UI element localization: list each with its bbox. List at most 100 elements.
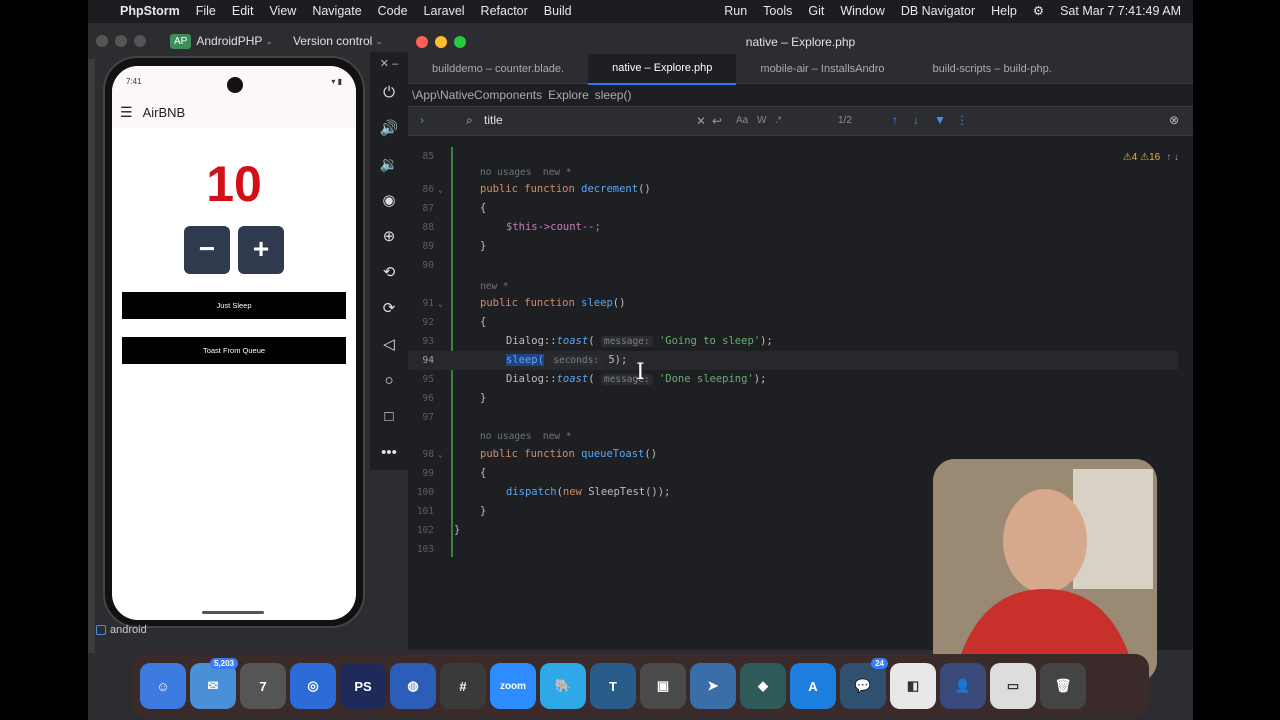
code-line[interactable]: 97 [408, 408, 1178, 427]
menu-window[interactable]: Window [832, 0, 892, 23]
vcs-selector[interactable]: Version control [293, 34, 372, 48]
breadcrumb-class[interactable]: Explore [548, 88, 589, 102]
code-line-current[interactable]: 94 sleep( seconds: 5); [408, 351, 1178, 370]
menu-db-navigator[interactable]: DB Navigator [893, 0, 983, 23]
code-line[interactable]: 90 [408, 256, 1178, 275]
match-case-icon[interactable]: Aa [736, 115, 748, 126]
menu-code[interactable]: Code [370, 0, 416, 23]
control-center-icon[interactable]: ⚙ [1025, 0, 1052, 23]
home-icon[interactable]: ○ [370, 362, 408, 398]
just-sleep-button[interactable]: Just Sleep [122, 292, 346, 319]
menu-build[interactable]: Build [536, 0, 580, 23]
menu-tools[interactable]: Tools [755, 0, 800, 23]
increment-button[interactable]: + [238, 226, 284, 274]
volume-down-icon[interactable]: 🔉 [370, 146, 408, 182]
menu-run[interactable]: Run [716, 0, 755, 23]
menu-help[interactable]: Help [983, 0, 1025, 23]
code-line[interactable]: 91 ⌄ public function sleep() [408, 294, 1178, 313]
github-icon[interactable]: ◍ [390, 663, 436, 709]
window-controls-inactive [96, 35, 146, 47]
home-indicator[interactable] [202, 611, 264, 614]
code-line[interactable]: 93 Dialog::toast( message: 'Going to sle… [408, 332, 1178, 351]
messages-badge: 24 [871, 658, 888, 669]
tab-counter-blade[interactable]: builddemo – counter.blade. [408, 54, 588, 84]
expand-icon[interactable]: › [420, 113, 424, 127]
trash-icon[interactable]: 🗑 [1040, 663, 1086, 709]
code-line[interactable]: 87 { [408, 199, 1178, 218]
menu-edit[interactable]: Edit [224, 0, 262, 23]
code-line[interactable]: 86 ⌄ public function decrement() [408, 180, 1178, 199]
code-line[interactable]: 95 Dialog::toast( message: 'Done sleepin… [408, 370, 1178, 389]
menu-file[interactable]: File [188, 0, 224, 23]
chrome-icon[interactable]: ◎ [290, 663, 336, 709]
menu-navigate[interactable]: Navigate [304, 0, 369, 23]
volume-up-icon[interactable]: 🔊 [370, 110, 408, 146]
android-checkbox[interactable] [96, 625, 106, 635]
menu-refactor[interactable]: Refactor [473, 0, 536, 23]
menu-view[interactable]: View [261, 0, 304, 23]
menu-laravel[interactable]: Laravel [416, 0, 473, 23]
newline-icon[interactable]: ↩ [712, 114, 722, 128]
overview-icon[interactable]: □ [370, 398, 408, 434]
phpstorm-icon[interactable]: PS [340, 663, 386, 709]
typora-icon[interactable]: T [590, 663, 636, 709]
sequel-icon[interactable]: ◆ [740, 663, 786, 709]
fold-icon[interactable]: ⌄ [438, 294, 443, 313]
search-icon: ⌕ [466, 113, 473, 127]
zoom-button[interactable] [134, 35, 146, 47]
android-studio-icon[interactable]: ◧ [890, 663, 936, 709]
telegram-icon[interactable]: ➤ [690, 663, 736, 709]
fold-icon[interactable]: ⌄ [438, 180, 443, 199]
preview-icon[interactable]: ▣ [640, 663, 686, 709]
menu-git[interactable]: Git [800, 0, 832, 23]
calendar-icon[interactable]: 7 [240, 663, 286, 709]
decrement-button[interactable]: − [184, 226, 230, 274]
clear-icon[interactable]: ✕ [696, 114, 706, 128]
close-find-icon[interactable]: ⊗ [1169, 113, 1179, 127]
tab-build-php[interactable]: build-scripts – build-php. [909, 54, 1076, 84]
slack-icon[interactable]: # [440, 663, 486, 709]
previous-match-icon[interactable]: ↑ [892, 113, 898, 127]
messages-icon[interactable]: 💬 24 [840, 658, 888, 709]
code-line[interactable]: 88 $this->count--; [408, 218, 1178, 237]
code-line[interactable]: 92 { [408, 313, 1178, 332]
app-title: AirBNB [142, 104, 186, 120]
more-options-icon[interactable]: ⋮ [956, 113, 968, 127]
regex-icon[interactable]: .* [775, 115, 782, 126]
code-line[interactable]: 89 } [408, 237, 1178, 256]
project-selector[interactable]: AndroidPHP [196, 34, 262, 48]
inlay-usages: no usages new * [480, 431, 572, 442]
breadcrumb-namespace[interactable]: \App\NativeComponents [412, 88, 542, 102]
code-line[interactable]: 96 } [408, 389, 1178, 408]
filter-icon[interactable]: ▼ [934, 113, 946, 127]
mail-icon[interactable]: ✉ 5,203 [190, 658, 238, 709]
tab-explore-php[interactable]: native – Explore.php [588, 52, 737, 85]
power-icon[interactable]: ⏻ [370, 74, 408, 110]
close-button[interactable] [96, 35, 108, 47]
camera-icon[interactable]: ◉ [370, 182, 408, 218]
next-match-icon[interactable]: ↓ [913, 113, 919, 127]
user-icon[interactable]: 👤 [940, 663, 986, 709]
menu-icon[interactable]: ☰ [120, 104, 133, 121]
zoom-icon[interactable]: ⊕ [370, 218, 408, 254]
back-icon[interactable]: ◁ [370, 326, 408, 362]
menubar-clock[interactable]: Sat Mar 7 7:41:49 AM [1052, 0, 1193, 23]
rotate-left-icon[interactable]: ⟲ [370, 254, 408, 290]
toast-from-queue-button[interactable]: Toast From Queue [122, 337, 346, 364]
finder-icon[interactable]: ☺ [140, 663, 186, 709]
project-badge: AP [170, 33, 192, 49]
fold-icon[interactable]: ⌄ [438, 445, 443, 464]
words-icon[interactable]: W [757, 115, 766, 126]
more-icon[interactable]: ••• [370, 434, 408, 470]
minimize-button[interactable] [115, 35, 127, 47]
downloads-icon[interactable]: ▭ [990, 663, 1036, 709]
breadcrumb-method[interactable]: sleep() [595, 88, 632, 102]
tab-installs-android[interactable]: mobile-air – InstallsAndro [736, 54, 908, 84]
zoom-icon[interactable]: zoom [490, 663, 536, 709]
phone-screen[interactable]: 7:41 ▾ ▮ ☰ AirBNB 10 − + Just Sleep Toas… [112, 66, 356, 620]
tableplus-icon[interactable]: 🐘 [540, 663, 586, 709]
menu-app-name[interactable]: PhpStorm [112, 0, 188, 23]
find-input[interactable]: title [484, 113, 503, 127]
xcode-icon[interactable]: A [790, 663, 836, 709]
rotate-right-icon[interactable]: ⟳ [370, 290, 408, 326]
